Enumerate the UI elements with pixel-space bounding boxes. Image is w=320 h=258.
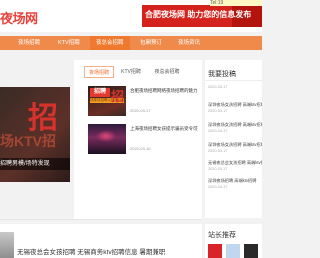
sidebar-item[interactable]: 深圳夜场女孩招聘 高端ktv招聘 2020-03-17	[208, 102, 262, 114]
header: 夜场网 合肥夜场网 助力您的信息发布 Tel:19	[0, 0, 262, 32]
tab-ktv[interactable]: KTV招聘	[118, 66, 144, 78]
sidebar-item-date: 2020-03-17	[208, 129, 228, 133]
slider-faded-text: 场KTV招	[0, 133, 56, 149]
bottom-article-card[interactable]: 无锡夜总会女孩招聘 无锡商务ktv招聘信息 暑期兼职	[0, 224, 202, 258]
recommend-title: 站长推荐	[208, 232, 236, 239]
sidebar-item[interactable]: 深圳夜场女孩招聘 高端ktv招聘 2020-03-17	[208, 122, 262, 134]
featured-slider[interactable]: 招 场KTV招 招聘男模/场特发现	[0, 87, 70, 182]
article-date: 2020-03-17	[130, 108, 151, 113]
sidebar-item[interactable]: 深圳夜场招聘 高端ktv招聘 2020-03-17	[208, 178, 262, 190]
nav-item-zixun[interactable]: 夜场资讯	[172, 36, 206, 50]
article-panel: 夜场招聘 KTV招聘 夜总会招聘 招聘 场夜场招聘火热进行中 招 合肥夜场招聘网…	[74, 60, 202, 237]
article-thumbnail[interactable]	[88, 124, 126, 154]
bottom-thumbnail[interactable]	[0, 232, 14, 258]
tab-bar: 夜场招聘 KTV招聘 夜总会招聘	[74, 60, 202, 82]
nav-item-ktv[interactable]: KTV招聘	[52, 36, 86, 50]
main-nav: 夜场招聘 KTV招聘 夜总会招聘 包厢预订 夜场资讯	[0, 36, 262, 50]
article-title[interactable]: 上海夜场招聘女孩提示骗员受令可提前	[130, 126, 198, 132]
article-date: 2020-03-16	[130, 146, 151, 151]
sidebar-item-date: 2020-03-17	[208, 185, 228, 189]
banner-corner-text: Tel:19	[210, 0, 262, 6]
banner-title: 合肥夜场网 助力您的信息发布	[145, 10, 252, 19]
nav-item-yechang[interactable]: 夜场招聘	[12, 36, 46, 50]
logo-text: 夜场网	[0, 11, 38, 26]
sidebar-submit: 我要投稿 2020-03-17 深圳夜场女孩招聘 高端ktv招聘 2020-03…	[205, 60, 262, 218]
recommend-thumbnail[interactable]	[226, 244, 240, 258]
site-logo[interactable]: 夜场网	[0, 8, 38, 26]
nav-item-yezonghui[interactable]: 夜总会招聘	[90, 36, 130, 50]
article-thumbnail[interactable]: 招聘 场夜场招聘火热进行中 招	[88, 86, 126, 116]
section-divider	[0, 219, 202, 220]
recommend-thumbnail[interactable]	[244, 244, 258, 258]
bottom-article-title[interactable]: 无锡夜总会女孩招聘 无锡商务ktv招聘信息 暑期兼职	[17, 246, 165, 256]
sidebar-item[interactable]: 无锡夜总会女孩招聘 高端ktv招聘 2020-03-17	[208, 160, 262, 172]
sidebar-recommend: 站长推荐	[205, 224, 262, 258]
article-item[interactable]: 招聘 场夜场招聘火热进行中 招 合肥夜场招聘网络夜场招聘的魅力 2020-03-…	[88, 86, 198, 118]
thumb-char: 招	[111, 90, 125, 105]
sidebar-item[interactable]: 2020-03-17	[208, 84, 262, 90]
page: 夜场网 合肥夜场网 助力您的信息发布 Tel:19 夜场招聘 KTV招聘 夜总会…	[0, 0, 262, 258]
thumb-glow	[96, 130, 116, 142]
sidebar-title: 我要投稿	[208, 71, 236, 78]
sidebar-item-date: 2020-03-17	[208, 149, 228, 153]
tab-yechang[interactable]: 夜场招聘	[84, 66, 114, 78]
article-title[interactable]: 合肥夜场招聘网络夜场招聘的魅力	[130, 88, 198, 94]
sidebar-divider	[205, 80, 262, 81]
slider-caption[interactable]: 招聘男模/场特发现	[0, 158, 70, 170]
sidebar-item[interactable]: 深圳夜场女孩招聘 高端ktv招聘 2020-03-17	[208, 142, 262, 154]
sidebar-item-date: 2020-03-17	[208, 109, 228, 113]
sidebar-item-date: 2020-03-17	[208, 85, 228, 89]
nav-item-baoxiang[interactable]: 包厢预订	[134, 36, 168, 50]
tab-yezonghui[interactable]: 夜总会招聘	[150, 66, 184, 78]
sidebar-item-date: 2020-03-17	[208, 167, 228, 171]
recommend-thumbnail[interactable]	[208, 244, 222, 258]
top-banner-ad[interactable]: 合肥夜场网 助力您的信息发布	[142, 5, 262, 27]
thumb-tag: 招聘	[90, 88, 110, 97]
article-item[interactable]: 上海夜场招聘女孩提示骗员受令可提前 2020-03-16	[88, 124, 198, 156]
